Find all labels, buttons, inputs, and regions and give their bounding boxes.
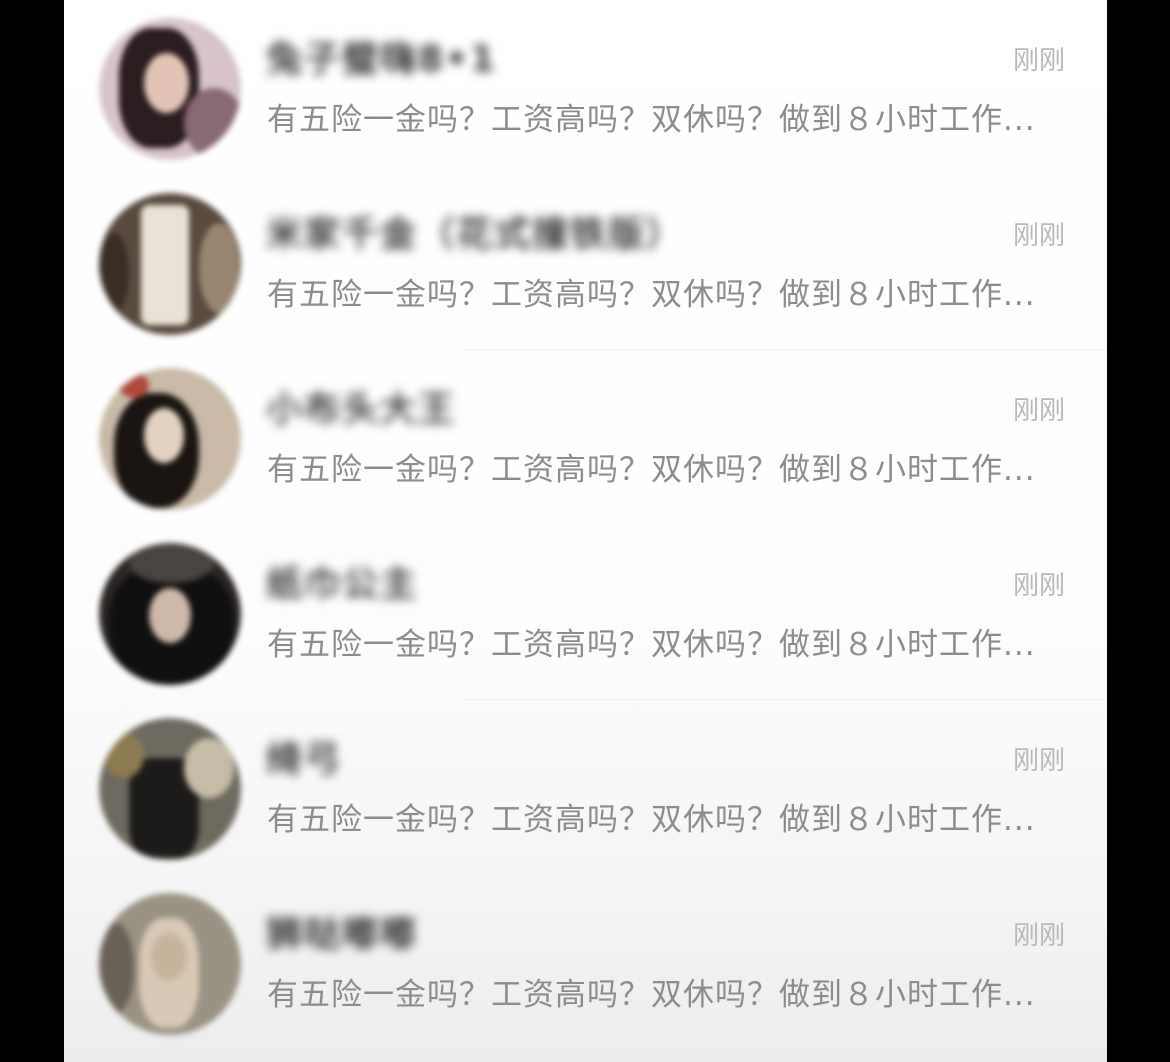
- chat-preview: 有五险一金吗？工资高吗？双休吗？做到８小时工作...: [267, 277, 1036, 313]
- avatar-sign: [141, 205, 189, 325]
- avatar-shadow: [99, 923, 134, 1013]
- avatar[interactable]: [99, 543, 241, 685]
- chat-time: 刚刚: [1012, 396, 1065, 426]
- chat-item-5[interactable]: 绮弓 刚刚 有五险一金吗？工资高吗？双休吗？做到８小时工作...: [64, 700, 1107, 875]
- chat-time: 刚刚: [1012, 921, 1065, 951]
- avatar-accent: [104, 733, 144, 778]
- avatar-face: [149, 588, 191, 643]
- avatar-face: [144, 53, 189, 113]
- chat-list-screen: 兔子璧嗨8•1 刚刚 有五险一金吗？工资高吗？双休吗？做到８小时工作... 米家…: [64, 0, 1107, 1062]
- chat-preview: 有五险一金吗？工资高吗？双休吗？做到８小时工作...: [267, 627, 1036, 663]
- chat-time: 刚刚: [1012, 221, 1065, 251]
- chat-preview: 有五险一金吗？工资高吗？双休吗？做到８小时工作...: [267, 452, 1036, 488]
- chat-item-4[interactable]: 纸巾公主 刚刚 有五险一金吗？工资高吗？双休吗？做到８小时工作...: [64, 525, 1107, 700]
- chat-preview: 有五险一金吗？工资高吗？双休吗？做到８小时工作...: [267, 977, 1036, 1013]
- avatar-accent: [184, 88, 241, 158]
- avatar-hat: [129, 543, 214, 583]
- avatar-face: [144, 408, 184, 463]
- avatar[interactable]: [99, 193, 241, 335]
- chat-preview: 有五险一金吗？工资高吗？双休吗？做到８小时工作...: [267, 102, 1036, 138]
- avatar[interactable]: [99, 718, 241, 860]
- avatar-accent: [199, 223, 239, 313]
- chat-item-6[interactable]: 狮哒嘟嘟 刚刚 有五险一金吗？工资高吗？双休吗？做到８小时工作...: [64, 875, 1107, 1050]
- avatar-shadow: [99, 233, 129, 313]
- chat-name: 绮弓: [266, 739, 343, 780]
- chat-item-3[interactable]: 小布头大王 刚刚 有五险一金吗？工资高吗？双休吗？做到８小时工作...: [64, 350, 1107, 525]
- avatar-light: [184, 738, 234, 798]
- chat-item-1[interactable]: 兔子璧嗨8•1 刚刚 有五险一金吗？工资高吗？双休吗？做到８小时工作...: [64, 0, 1107, 175]
- chat-name: 兔子璧嗨8•1: [266, 39, 498, 80]
- chat-name: 纸巾公主: [266, 564, 419, 605]
- chat-time: 刚刚: [1012, 571, 1065, 601]
- chat-name: 狮哒嘟嘟: [266, 914, 419, 955]
- chat-name: 米家千金（花式撞铁版）: [266, 214, 685, 255]
- avatar[interactable]: [99, 368, 241, 510]
- chat-time: 刚刚: [1012, 746, 1065, 776]
- avatar[interactable]: [99, 893, 241, 1035]
- avatar-face: [151, 933, 187, 981]
- chat-time: 刚刚: [1012, 46, 1065, 76]
- avatar-accent: [119, 373, 149, 398]
- chat-item-2[interactable]: 米家千金（花式撞铁版） 刚刚 有五险一金吗？工资高吗？双休吗？做到８小时工作..…: [64, 175, 1107, 350]
- chat-name: 小布头大王: [266, 389, 457, 430]
- chat-preview: 有五险一金吗？工资高吗？双休吗？做到８小时工作...: [267, 802, 1036, 838]
- avatar[interactable]: [99, 18, 241, 160]
